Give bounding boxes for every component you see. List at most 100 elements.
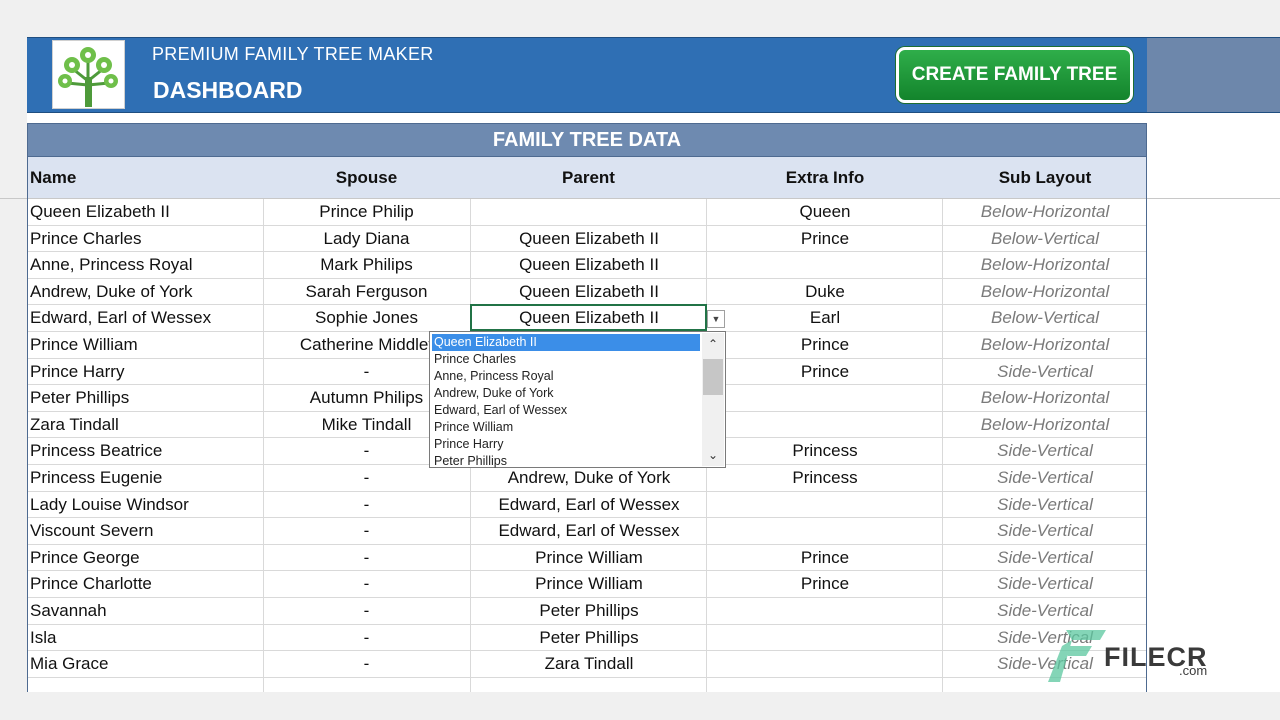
create-family-tree-button[interactable]: CREATE FAMILY TREE bbox=[896, 47, 1133, 103]
cell-sub-layout[interactable]: Side-Vertical bbox=[943, 359, 1147, 385]
cell-spouse[interactable]: Sophie Jones bbox=[263, 305, 470, 331]
cell-parent[interactable]: Prince William bbox=[471, 545, 707, 571]
dropdown-scrollbar[interactable]: ⌃ ⌄ bbox=[702, 333, 724, 466]
cell-name[interactable]: Zara Tindall bbox=[30, 412, 262, 438]
cell-name[interactable]: Prince William bbox=[30, 332, 262, 358]
cell-name[interactable]: Lady Louise Windsor bbox=[30, 492, 262, 518]
cell-spouse[interactable]: - bbox=[263, 518, 470, 544]
cell-sub-layout[interactable]: Side-Vertical bbox=[943, 598, 1147, 624]
cell-extra-info[interactable]: Princess bbox=[707, 465, 943, 491]
cell-extra-info[interactable]: Prince bbox=[707, 571, 943, 597]
cell-name[interactable]: Princess Beatrice bbox=[30, 438, 262, 464]
left-gutter bbox=[0, 0, 27, 720]
cell-name[interactable]: Princess Eugenie bbox=[30, 465, 262, 491]
cell-sub-layout[interactable]: Side-Vertical bbox=[943, 492, 1147, 518]
column-header-parent: Parent bbox=[470, 157, 707, 198]
cell-extra-info[interactable] bbox=[707, 385, 943, 411]
cell-spouse[interactable]: Mark Philips bbox=[263, 252, 470, 278]
cell-parent[interactable]: Prince William bbox=[471, 571, 707, 597]
cell-extra-info[interactable]: Prince bbox=[707, 359, 943, 385]
cell-parent[interactable] bbox=[471, 199, 707, 225]
cell-sub-layout[interactable]: Side-Vertical bbox=[943, 518, 1147, 544]
cell-extra-info[interactable] bbox=[707, 518, 943, 544]
cell-extra-info[interactable] bbox=[707, 598, 943, 624]
cell-extra-info[interactable]: Princess bbox=[707, 438, 943, 464]
cell-extra-info[interactable]: Prince bbox=[707, 226, 943, 252]
cell-name[interactable]: Viscount Severn bbox=[30, 518, 262, 544]
table-row: Andrew, Duke of York Sarah Ferguson Queen … bbox=[27, 279, 1147, 306]
column-header-sub-layout: Sub Layout bbox=[943, 157, 1147, 198]
dropdown-option[interactable]: Prince William bbox=[432, 419, 700, 436]
cell-sub-layout[interactable]: Below-Horizontal bbox=[943, 332, 1147, 358]
cell-name[interactable]: Isla bbox=[30, 625, 262, 651]
cell-sub-layout[interactable]: Below-Horizontal bbox=[943, 279, 1147, 305]
cell-sub-layout[interactable]: Side-Vertical bbox=[943, 545, 1147, 571]
dropdown-arrow-icon[interactable]: ▼ bbox=[707, 310, 725, 328]
cell-sub-layout[interactable]: Below-Horizontal bbox=[943, 385, 1147, 411]
cell-spouse[interactable]: - bbox=[263, 492, 470, 518]
active-cell[interactable] bbox=[470, 304, 707, 331]
cell-extra-info[interactable] bbox=[707, 412, 943, 438]
cell-parent[interactable]: Peter Phillips bbox=[471, 598, 707, 624]
cell-spouse[interactable]: Prince Philip bbox=[263, 199, 470, 225]
parent-dropdown-list[interactable]: Queen Elizabeth II Prince Charles Anne, Pr… bbox=[429, 331, 726, 468]
section-title: FAMILY TREE DATA bbox=[27, 123, 1147, 157]
cell-name[interactable]: Prince George bbox=[30, 545, 262, 571]
cell-sub-layout[interactable]: Below-Vertical bbox=[943, 226, 1147, 252]
cell-name[interactable]: Prince Harry bbox=[30, 359, 262, 385]
cell-extra-info[interactable]: Queen bbox=[707, 199, 943, 225]
cell-spouse[interactable]: - bbox=[263, 651, 470, 677]
dropdown-option[interactable]: Prince Harry bbox=[432, 436, 700, 453]
table-row: Anne, Princess Royal Mark Philips Queen El… bbox=[27, 252, 1147, 279]
cell-name[interactable]: Mia Grace bbox=[30, 651, 262, 677]
cell-sub-layout[interactable]: Below-Horizontal bbox=[943, 199, 1147, 225]
scroll-down-icon[interactable]: ⌄ bbox=[702, 446, 724, 464]
cell-extra-info[interactable]: Earl bbox=[707, 305, 943, 331]
dropdown-option[interactable]: Edward, Earl of Wessex bbox=[432, 402, 700, 419]
cell-parent[interactable]: Queen Elizabeth II bbox=[471, 226, 707, 252]
cell-spouse[interactable]: Lady Diana bbox=[263, 226, 470, 252]
cell-name[interactable]: Anne, Princess Royal bbox=[30, 252, 262, 278]
cell-name[interactable]: Savannah bbox=[30, 598, 262, 624]
cell-extra-info[interactable] bbox=[707, 252, 943, 278]
cell-sub-layout[interactable]: Below-Horizontal bbox=[943, 412, 1147, 438]
cell-extra-info[interactable]: Prince bbox=[707, 545, 943, 571]
cell-parent[interactable]: Edward, Earl of Wessex bbox=[471, 518, 707, 544]
cell-spouse[interactable]: - bbox=[263, 545, 470, 571]
cell-name[interactable]: Queen Elizabeth II bbox=[30, 199, 262, 225]
cell-name[interactable]: Prince Charlotte bbox=[30, 571, 262, 597]
cell-parent[interactable]: Peter Phillips bbox=[471, 625, 707, 651]
cell-parent[interactable]: Zara Tindall bbox=[471, 651, 707, 677]
cell-name[interactable]: Prince Charles bbox=[30, 226, 262, 252]
cell-sub-layout[interactable]: Below-Vertical bbox=[943, 305, 1147, 331]
dropdown-option[interactable]: Peter Phillips bbox=[432, 453, 700, 470]
cell-extra-info[interactable] bbox=[707, 651, 943, 677]
scroll-up-icon[interactable]: ⌃ bbox=[702, 335, 724, 353]
dropdown-option[interactable]: Andrew, Duke of York bbox=[432, 385, 700, 402]
cell-sub-layout[interactable]: Side-Vertical bbox=[943, 571, 1147, 597]
cell-sub-layout[interactable]: Side-Vertical bbox=[943, 438, 1147, 464]
cell-extra-info[interactable]: Prince bbox=[707, 332, 943, 358]
cell-extra-info[interactable]: Duke bbox=[707, 279, 943, 305]
cell-spouse[interactable]: - bbox=[263, 571, 470, 597]
scrollbar-thumb[interactable] bbox=[703, 359, 723, 395]
cell-spouse[interactable]: Sarah Ferguson bbox=[263, 279, 470, 305]
table-row: Viscount Severn - Edward, Earl of Wessex Si… bbox=[27, 518, 1147, 545]
column-header-name: Name bbox=[27, 157, 263, 198]
dropdown-option[interactable]: Anne, Princess Royal bbox=[432, 368, 700, 385]
cell-sub-layout[interactable]: Below-Horizontal bbox=[943, 252, 1147, 278]
cell-parent[interactable]: Queen Elizabeth II bbox=[471, 252, 707, 278]
cell-sub-layout[interactable]: Side-Vertical bbox=[943, 465, 1147, 491]
cell-parent[interactable]: Edward, Earl of Wessex bbox=[471, 492, 707, 518]
cell-name[interactable]: Peter Phillips bbox=[30, 385, 262, 411]
dropdown-option[interactable]: Queen Elizabeth II bbox=[432, 334, 700, 351]
cell-spouse[interactable]: - bbox=[263, 625, 470, 651]
filecr-logo-icon bbox=[1048, 630, 1106, 682]
cell-extra-info[interactable] bbox=[707, 625, 943, 651]
cell-parent[interactable]: Queen Elizabeth II bbox=[471, 279, 707, 305]
cell-spouse[interactable]: - bbox=[263, 598, 470, 624]
dropdown-option[interactable]: Prince Charles bbox=[432, 351, 700, 368]
cell-name[interactable]: Edward, Earl of Wessex bbox=[30, 305, 262, 331]
cell-extra-info[interactable] bbox=[707, 492, 943, 518]
cell-name[interactable]: Andrew, Duke of York bbox=[30, 279, 262, 305]
